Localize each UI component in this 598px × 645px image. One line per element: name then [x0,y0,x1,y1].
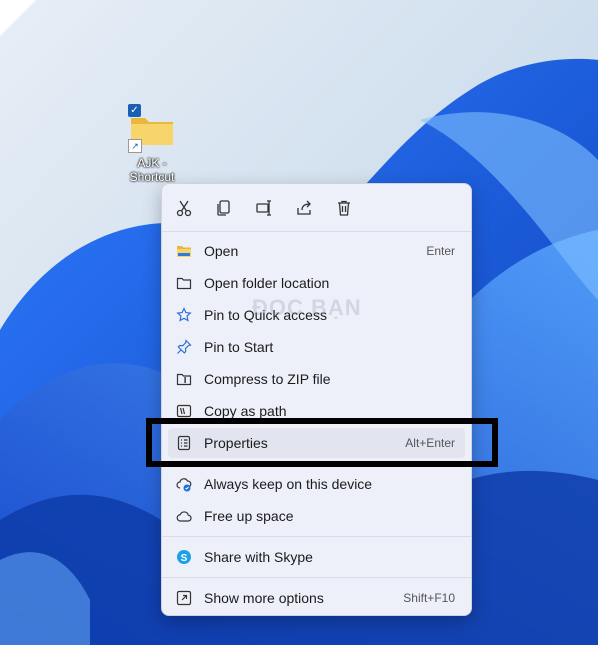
pin-icon [177,339,192,354]
copy-button[interactable] [212,196,236,220]
more-options-icon [176,590,192,606]
divider [162,577,471,578]
menu-item-open[interactable]: Open Enter [168,236,465,266]
folder-icon [176,277,192,290]
quick-actions-bar [162,184,471,230]
path-icon [176,404,192,418]
cloud-sync-icon [176,478,192,492]
svg-text:S: S [181,553,188,564]
watermark: ĐỌC BẠN [252,295,362,320]
menu-item-label: Copy as path [204,403,287,419]
shortcut-arrow-icon: ↗ [128,139,142,153]
folder-open-icon [177,246,191,257]
menu-item-always-keep-on-device[interactable]: Always keep on this device [168,469,465,499]
star-icon [176,307,192,322]
menu-item-label: Share with Skype [204,549,313,565]
menu-item-shortcut: Shift+F10 [403,591,455,605]
menu-item-open-folder-location[interactable]: Open folder location [168,268,465,298]
skype-icon: S [177,550,191,564]
copy-icon [217,200,230,216]
shortcut-label: AJK - Shortcut [129,156,175,184]
trash-icon [338,200,350,216]
zip-icon [176,373,192,386]
menu-item-pin-to-start[interactable]: Pin to Start [168,332,465,362]
menu-item-label: Free up space [204,508,294,524]
menu-item-label: Compress to ZIP file [204,371,331,387]
cut-button[interactable] [172,196,196,220]
menu-item-label: Open folder location [204,275,330,291]
delete-button[interactable] [332,196,356,220]
scissors-icon [176,200,192,217]
menu-item-shortcut: Enter [426,244,455,258]
divider [162,536,471,537]
menu-item-label: Open [204,243,239,259]
menu-item-free-up-space[interactable]: Free up space [168,501,465,531]
share-button[interactable] [292,196,316,220]
rename-icon [256,200,271,216]
menu-item-show-more-options[interactable]: Show more options Shift+F10 [168,583,465,613]
share-icon [297,200,311,215]
annotation-highlight-box [146,418,498,467]
menu-item-label: Show more options [204,590,324,606]
menu-item-share-with-skype[interactable]: S Share with Skype [168,542,465,572]
rename-button[interactable] [252,196,276,220]
menu-item-label: Pin to Start [204,339,274,355]
cloud-icon [176,511,192,522]
context-menu: Open Enter Open folder location Pin to Q… [161,183,472,616]
menu-item-label: Always keep on this device [204,476,373,492]
divider [162,231,471,232]
menu-item-compress-to-zip[interactable]: Compress to ZIP file [168,364,465,394]
